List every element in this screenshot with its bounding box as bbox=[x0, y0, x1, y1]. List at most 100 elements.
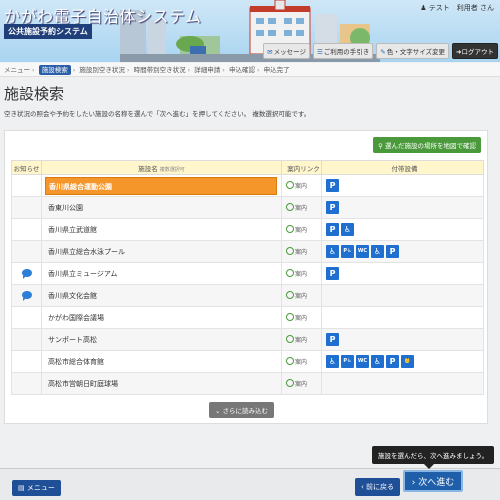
facility-icon: P bbox=[326, 333, 339, 346]
notice-cell bbox=[11, 284, 42, 307]
facility-name[interactable]: 香川県文化会館 bbox=[45, 287, 277, 305]
guide-link[interactable]: 案内 bbox=[286, 313, 308, 322]
facility-name[interactable]: 香川県立武道館 bbox=[45, 221, 277, 239]
facility-name[interactable]: 香川県立ミュージアム bbox=[45, 265, 277, 283]
table-row: 香川県立ミュージアム 案内 P bbox=[11, 262, 484, 285]
notice-cell bbox=[11, 196, 42, 219]
facility-icon: P bbox=[386, 245, 399, 258]
guide-link[interactable]: 案内 bbox=[286, 225, 308, 234]
link-cell: 案内 bbox=[281, 284, 322, 307]
breadcrumb-step-current: 施設検索 bbox=[38, 65, 71, 75]
menu-label: メニュー bbox=[26, 484, 55, 492]
table-row: 高松市営朝日町庭球場 案内 bbox=[11, 372, 484, 395]
info-icon bbox=[286, 181, 294, 190]
name-cell: 香川県総合運動公園 bbox=[41, 174, 282, 197]
facility-icon: P♿ bbox=[341, 245, 354, 258]
header-name-note: 複数選択可 bbox=[159, 166, 185, 173]
next-label: 次へ進む bbox=[418, 478, 455, 488]
facility-icon: P bbox=[326, 179, 339, 192]
notice-cell bbox=[11, 306, 42, 329]
next-tooltip: 施設を選んだら、次へ進みましょう。 bbox=[372, 446, 495, 469]
facility-name[interactable]: 香川県総合運動公園 bbox=[45, 176, 277, 195]
color-size-label: 色・文字サイズ変更 bbox=[386, 48, 446, 56]
notice-cell bbox=[11, 372, 42, 395]
message-button[interactable]: ✉メッセージ bbox=[263, 43, 310, 59]
info-icon bbox=[286, 247, 294, 256]
header-link: 案内リンク bbox=[281, 160, 322, 175]
message-label: メッセージ bbox=[273, 48, 306, 56]
name-cell: 高松市総合体育館 bbox=[41, 350, 282, 373]
facility-icon: P bbox=[326, 267, 339, 280]
guide-link[interactable]: 案内 bbox=[286, 379, 308, 388]
table-row: 香川県文化会館 案内 bbox=[11, 284, 484, 307]
back-label: 前に戻る bbox=[366, 483, 395, 491]
instruction-text: 空き状況の照会や予約をしたい施設の名称を選んで「次へ進む」を押してください。 複… bbox=[4, 110, 311, 118]
facilities-cell: P bbox=[321, 196, 484, 219]
color-size-button[interactable]: ✎色・文字サイズ変更 bbox=[376, 43, 450, 59]
facility-name[interactable]: 香川県立総合水泳プール bbox=[45, 243, 277, 261]
guide-link[interactable]: 案内 bbox=[286, 291, 308, 300]
notice-cell bbox=[11, 328, 42, 351]
guide-link[interactable]: 案内 bbox=[286, 269, 307, 278]
facility-icon: ♿ bbox=[326, 355, 339, 368]
list-icon: ▤ bbox=[18, 484, 25, 492]
book-icon: ☰ bbox=[316, 48, 323, 56]
info-icon bbox=[286, 291, 294, 300]
map-pin-icon: ⚲ bbox=[378, 142, 383, 150]
guide-link[interactable]: 案内 bbox=[286, 181, 307, 190]
menu-button[interactable]: ▤ メニュー bbox=[12, 480, 61, 496]
table-row: サンポート高松 案内 P bbox=[11, 328, 484, 351]
guide-link-label: 案内 bbox=[295, 226, 308, 234]
guide-link[interactable]: 案内 bbox=[286, 335, 307, 344]
facilities-cell: ♿ P♿ WC ♿ P 👶 bbox=[321, 350, 484, 373]
facility-name[interactable]: 高松市総合体育館 bbox=[45, 353, 277, 371]
guide-link[interactable]: 案内 bbox=[286, 357, 307, 366]
breadcrumb-menu[interactable]: メニュー bbox=[4, 66, 30, 74]
next-button[interactable]: › 次へ進む bbox=[403, 470, 463, 492]
load-more-label: さらに読み込む bbox=[222, 407, 269, 415]
info-icon bbox=[286, 379, 294, 388]
map-button[interactable]: ⚲ 選んだ施設の場所を地図で確認 bbox=[373, 137, 481, 153]
system-subtitle: 公共施設予約システム bbox=[4, 24, 92, 39]
facility-icon: P bbox=[386, 355, 399, 368]
facility-name[interactable]: 香東川公園 bbox=[45, 199, 277, 217]
back-button[interactable]: ‹ 前に戻る bbox=[355, 478, 401, 496]
facility-icon: ♿ bbox=[371, 245, 384, 258]
facility-icon: 👶 bbox=[401, 355, 414, 368]
guide-link[interactable]: 案内 bbox=[286, 247, 307, 256]
logout-button[interactable]: ➜ログアウト bbox=[452, 43, 498, 59]
chevron-down-icon: ⌄ bbox=[215, 407, 221, 415]
user-info: ♟ テスト 利用者 さん bbox=[420, 3, 494, 13]
guide-link-label: 案内 bbox=[295, 204, 308, 212]
facilities-cell: P bbox=[321, 174, 484, 197]
facility-name[interactable]: サンポート高松 bbox=[45, 331, 277, 349]
notice-bubble-icon[interactable] bbox=[21, 290, 32, 301]
guide-button[interactable]: ☰ご利用の手引き bbox=[312, 43, 374, 59]
info-icon bbox=[286, 313, 294, 322]
facilities-cell bbox=[321, 372, 484, 395]
facility-icon: ♿ bbox=[371, 355, 384, 368]
load-more-button[interactable]: ⌄ さらに読み込む bbox=[209, 402, 275, 418]
header-notice: お知らせ bbox=[11, 160, 42, 175]
guide-label: ご利用の手引き bbox=[323, 48, 370, 56]
palette-icon: ✎ bbox=[380, 48, 386, 56]
notice-bubble-icon[interactable] bbox=[21, 268, 32, 279]
guide-link-label: 案内 bbox=[295, 380, 308, 388]
header-buttons: ✉メッセージ ☰ご利用の手引き ✎色・文字サイズ変更 ➜ログアウト bbox=[263, 43, 498, 59]
guide-link[interactable]: 案内 bbox=[286, 203, 308, 212]
name-cell: 香川県文化会館 bbox=[41, 284, 282, 307]
table-row: 香川県立武道館 案内 P ♿ bbox=[11, 218, 484, 241]
guide-link-label: 案内 bbox=[295, 292, 308, 300]
map-button-label: 選んだ施設の場所を地図で確認 bbox=[385, 142, 476, 150]
facilities-cell bbox=[321, 284, 484, 307]
header-name: 施設名 複数選択可 bbox=[41, 160, 282, 175]
facility-name[interactable]: かがわ国際会議場 bbox=[45, 309, 277, 327]
notice-cell bbox=[11, 174, 42, 197]
facility-name[interactable]: 高松市営朝日町庭球場 bbox=[45, 375, 277, 393]
name-cell: サンポート高松 bbox=[41, 328, 282, 351]
link-cell: 案内 bbox=[281, 262, 322, 285]
guide-link-label: 案内 bbox=[295, 314, 308, 322]
notice-cell bbox=[11, 262, 42, 285]
user-label: テスト 利用者 さん bbox=[428, 4, 494, 12]
table-row: かがわ国際会議場 案内 bbox=[11, 306, 484, 329]
